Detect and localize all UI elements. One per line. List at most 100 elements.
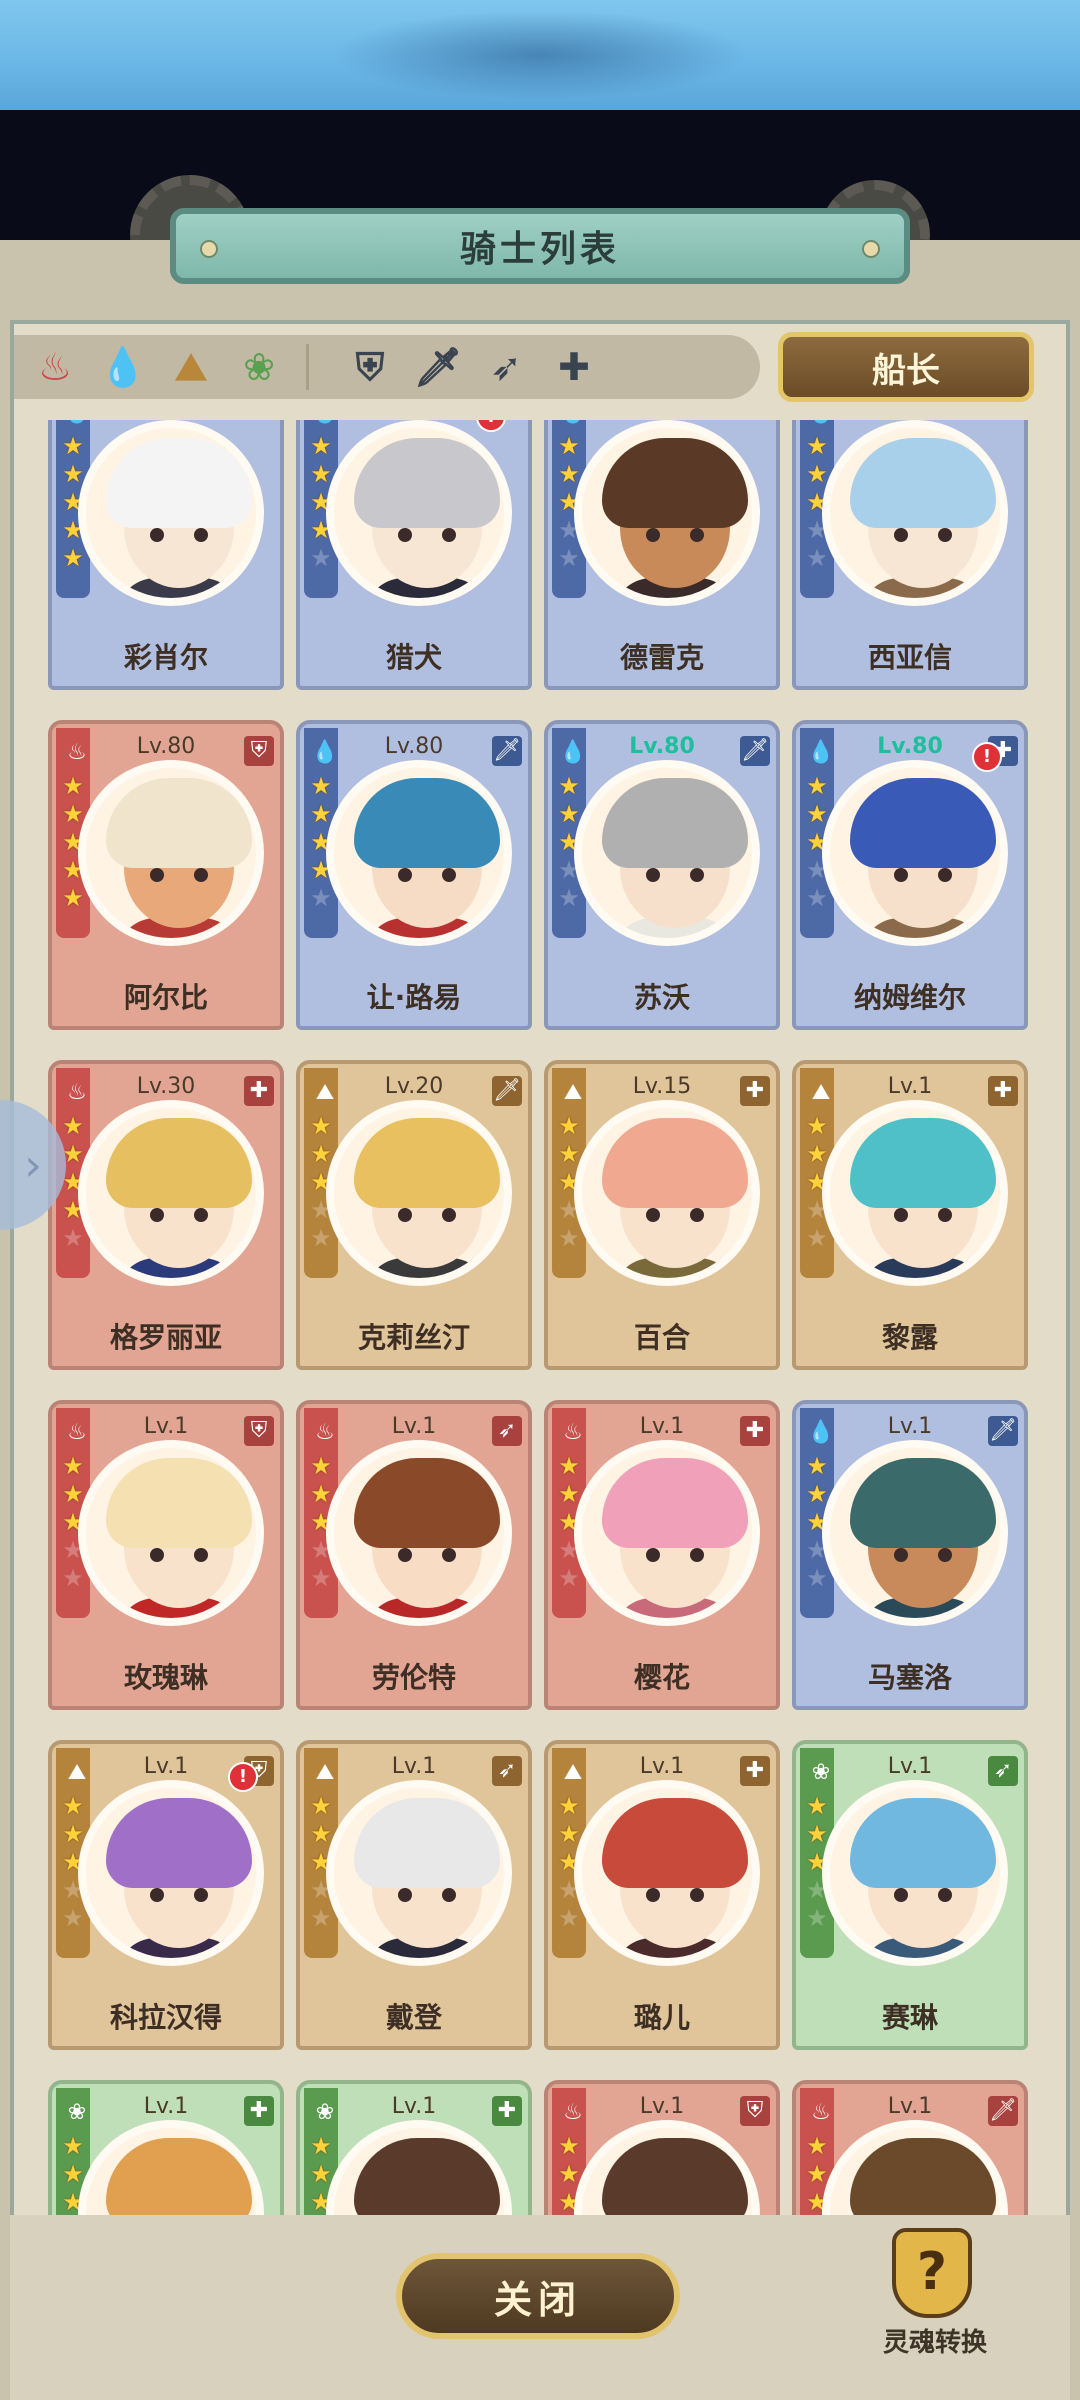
- portrait: [574, 1440, 760, 1626]
- portrait: [822, 760, 1008, 946]
- portrait-hair: [850, 2138, 996, 2215]
- knight-name: 西亚信: [867, 641, 952, 674]
- knight-level: Lv.1: [143, 1414, 189, 1439]
- portrait-eyes: [890, 1208, 956, 1222]
- portrait-eyes: [394, 868, 460, 882]
- portrait-eyes: [642, 1208, 708, 1222]
- portrait: [78, 760, 264, 946]
- portrait-hair: [354, 2138, 500, 2215]
- healer-class-icon[interactable]: ✚: [547, 340, 601, 394]
- knight-card[interactable]: ⛰ ★ ★ ★ ★ ★ ✚ Lv.1 黎露: [792, 1060, 1028, 1370]
- knight-name: 猎犬: [385, 641, 442, 674]
- knight-card[interactable]: ♨ ★ ★ ★ ★ ★ ⛨ Lv.1 玫瑰琳: [48, 1400, 284, 1710]
- knight-card[interactable]: ⛰ ★ ★ ★ ★ ★ ⛨ Lv.1! 科拉汉得: [48, 1740, 284, 2050]
- knight-card[interactable]: ♨★★★★★🗡Lv.1: [792, 2080, 1028, 2215]
- close-button[interactable]: 关闭: [396, 2253, 680, 2339]
- knight-name: 格罗丽亚: [109, 1321, 222, 1354]
- portrait: [822, 1440, 1008, 1626]
- portrait: [822, 1780, 1008, 1966]
- fire-element-icon[interactable]: ♨: [28, 340, 82, 394]
- knight-level: Lv.1: [887, 2094, 933, 2119]
- knight-level: Lv.1: [391, 1414, 437, 1439]
- water-element-icon[interactable]: 💧: [96, 340, 150, 394]
- star-icon: ★: [310, 1452, 332, 1480]
- portrait-hair: [850, 778, 996, 868]
- knight-level: Lv.1: [639, 2094, 685, 2119]
- sword-class-icon[interactable]: 🗡: [411, 340, 465, 394]
- knight-card[interactable]: ♨★★★★★⛨Lv.1: [544, 2080, 780, 2215]
- knight-grid[interactable]: 💧 ★ ★ ★ ★ ★ 彩肖尔 💧 ★ ★ ★ ★ ★! 猎犬 💧 ★ ★ ★ ★ ★ 德雷克 💧 ★ ★ ★ ★ ★ 西亚信 ♨★★★…: [40, 420, 1040, 2215]
- earth-element-icon[interactable]: ⛰: [164, 340, 218, 394]
- portrait-hair: [106, 2138, 252, 2215]
- knight-card[interactable]: ❀★★★★★✚Lv.1: [296, 2080, 532, 2215]
- portrait: [78, 1440, 264, 1626]
- knight-card[interactable]: 💧 ★ ★ ★ ★ ★ 🗡 Lv.80 让·路易: [296, 720, 532, 1030]
- knight-level: Lv.1: [887, 1754, 933, 1779]
- knight-card[interactable]: ❀★★★★★✚Lv.1: [48, 2080, 284, 2215]
- water-element-icon: 💧: [62, 420, 92, 428]
- wind-element-icon[interactable]: ❀: [232, 340, 286, 394]
- knight-name: 璐儿: [633, 2001, 690, 2034]
- star-icon: ★: [806, 1112, 828, 1140]
- portrait-hair: [602, 2138, 748, 2215]
- star-icon: ★: [558, 1452, 580, 1480]
- portrait: [822, 420, 1008, 606]
- knight-card[interactable]: ⛰ ★ ★ ★ ★ ★ ✚ Lv.15 百合: [544, 1060, 780, 1370]
- knight-name: 玫瑰琳: [123, 1661, 208, 1694]
- portrait-hair: [850, 1118, 996, 1208]
- knight-level: Lv.1: [887, 1074, 933, 1099]
- portrait-hair: [106, 438, 252, 528]
- portrait-hair: [354, 438, 500, 528]
- knight-card[interactable]: 💧★★★★★西亚信: [792, 420, 1028, 690]
- portrait: [822, 1100, 1008, 1286]
- knight-level: Lv.1: [887, 1414, 933, 1439]
- star-icon: ★: [310, 2132, 332, 2160]
- star-icon: ★: [62, 1452, 84, 1480]
- knight-name: 科拉汉得: [109, 2001, 222, 2034]
- star-icon: ★: [310, 772, 332, 800]
- star-icon: ★: [310, 432, 332, 460]
- portrait: [326, 2120, 512, 2215]
- knight-name: 劳伦特: [371, 1661, 456, 1694]
- knight-name: 黎露: [881, 1321, 938, 1354]
- knight-name: 纳姆维尔: [853, 981, 966, 1014]
- portrait-hair: [850, 1458, 996, 1548]
- portrait: [78, 1100, 264, 1286]
- knight-card[interactable]: 💧★★★★★德雷克: [544, 420, 780, 690]
- portrait: [326, 1780, 512, 1966]
- portrait: [78, 2120, 264, 2215]
- star-icon: ★: [806, 2132, 828, 2160]
- portrait-eyes: [146, 868, 212, 882]
- title-plate: 骑士列表: [170, 208, 910, 284]
- knight-card[interactable]: ⛰ ★ ★ ★ ★ ★ 🗡 Lv.20 克莉丝汀: [296, 1060, 532, 1370]
- shield-class-icon[interactable]: ⛨: [343, 340, 397, 394]
- portrait: [822, 2120, 1008, 2215]
- knight-name: 百合: [633, 1321, 690, 1354]
- knight-card[interactable]: 💧 ★ ★ ★ ★ ★ 🗡 Lv.80 苏沃: [544, 720, 780, 1030]
- star-icon: ★: [310, 1112, 332, 1140]
- knight-card[interactable]: ♨ ★ ★ ★ ★ ★ ⛨ Lv.80 阿尔比: [48, 720, 284, 1030]
- filter-bar: ♨ 💧 ⛰ ❀ ⛨ 🗡 ➶ ✚: [14, 335, 760, 399]
- knight-card[interactable]: ⛰ ★ ★ ★ ★ ★ ➶ Lv.1 戴登: [296, 1740, 532, 2050]
- knight-name: 克莉丝汀: [357, 1321, 470, 1354]
- star-icon: ★: [806, 1452, 828, 1480]
- knight-name: 戴登: [385, 2001, 442, 2034]
- knight-card[interactable]: ❀ ★ ★ ★ ★ ★ ➶ Lv.1 赛琳: [792, 1740, 1028, 2050]
- knight-card[interactable]: ♨ ★ ★ ★ ★ ★ ➶ Lv.1 劳伦特: [296, 1400, 532, 1710]
- portrait-eyes: [642, 1888, 708, 1902]
- knight-card[interactable]: 💧★★★★★彩肖尔: [48, 420, 284, 690]
- portrait-eyes: [890, 1888, 956, 1902]
- star-icon: ★: [806, 1792, 828, 1820]
- knight-card[interactable]: ⛰ ★ ★ ★ ★ ★ ✚ Lv.1 璐儿: [544, 1740, 780, 2050]
- knight-card[interactable]: 💧★★★★★!猎犬: [296, 420, 532, 690]
- soul-convert-button[interactable]: ? 灵魂转换: [870, 2228, 1000, 2358]
- star-icon: ★: [558, 432, 580, 460]
- captain-button[interactable]: 船长: [778, 332, 1034, 402]
- knight-card[interactable]: 💧 ★ ★ ★ ★ ★ ✚ Lv.80! 纳姆维尔: [792, 720, 1028, 1030]
- portrait-hair: [602, 438, 748, 528]
- knight-card[interactable]: 💧 ★ ★ ★ ★ ★ 🗡 Lv.1 马塞洛: [792, 1400, 1028, 1710]
- bow-class-icon[interactable]: ➶: [479, 340, 533, 394]
- knight-card[interactable]: ♨ ★ ★ ★ ★ ★ ✚ Lv.30 格罗丽亚: [48, 1060, 284, 1370]
- knight-card[interactable]: ♨ ★ ★ ★ ★ ★ ✚ Lv.1 樱花: [544, 1400, 780, 1710]
- knight-level: Lv.20: [384, 1074, 444, 1099]
